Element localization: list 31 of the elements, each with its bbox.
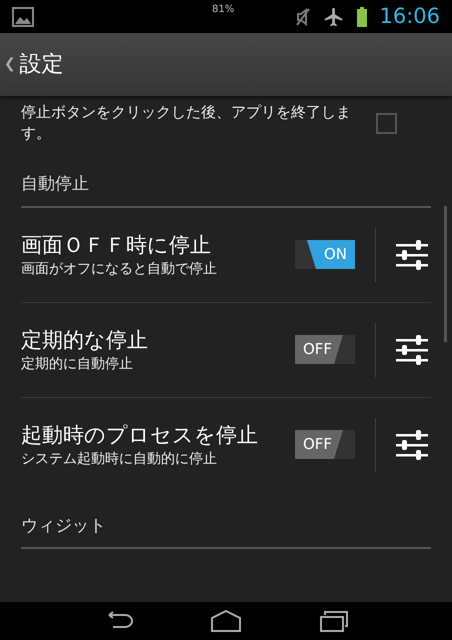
setting-row[interactable]: 起動時のプロセスを停止 システム起動時に自動的に停止 OFF	[21, 398, 431, 492]
setting-description: 定期的に自動停止	[21, 354, 134, 374]
toggle-switch[interactable]: OFF	[295, 335, 355, 364]
section-header: ウィジット	[21, 516, 106, 536]
battery-icon	[357, 6, 368, 26]
setting-row[interactable]: 定期的な停止 定期的に自動停止 OFF	[21, 302, 431, 398]
sliders-icon	[396, 428, 428, 460]
recent-apps-icon[interactable]	[319, 610, 350, 632]
toggle-label: ON	[324, 244, 347, 266]
setting-row[interactable]: 画面ＯＦＦ時に停止 画面がオフになると自動で停止 ON	[21, 208, 431, 302]
section-header: 自動停止	[21, 174, 89, 194]
sliders-icon	[396, 334, 428, 366]
setting-title: 起動時のプロセスを停止	[21, 422, 259, 448]
toggle-switch[interactable]: OFF	[295, 430, 355, 459]
setting-title: 画面ＯＦＦ時に停止	[21, 232, 212, 258]
muted-icon	[295, 6, 312, 26]
setting-description: 画面がオフになると自動で停止	[21, 260, 218, 278]
setting-description: 停止ボタンをクリックした後、アプリを終了します。	[21, 102, 352, 144]
toggle-label: OFF	[303, 339, 332, 360]
picture-icon	[12, 6, 34, 26]
back-button[interactable]: ❮	[4, 54, 16, 75]
setting-description: システム起動時に自動的に停止	[21, 450, 218, 468]
sliders-icon	[396, 238, 428, 270]
setting-title: 定期的な停止	[21, 326, 149, 354]
home-icon[interactable]	[210, 610, 242, 632]
screen-title: 設定	[20, 51, 64, 79]
toggle-label: OFF	[303, 434, 332, 456]
battery-percent: 81%	[212, 3, 234, 17]
checkbox[interactable]	[376, 112, 397, 134]
airplane-icon	[323, 6, 346, 28]
clock: 16:06	[379, 2, 440, 30]
